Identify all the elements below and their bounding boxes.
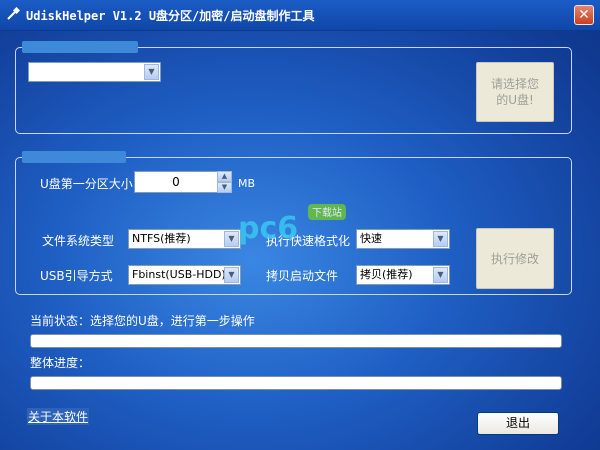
disk-group-legend [22,41,138,53]
usb-boot-select[interactable]: Fbinst(USB-HDD) ▼ [128,265,241,285]
pc6-watermark-logo: pc6 下载站 [238,204,346,246]
usb-boot-label: USB引导方式 [40,269,113,283]
chevron-down-icon: ▼ [433,231,448,247]
spin-up-icon[interactable]: ▲ [217,171,232,182]
filesystem-select[interactable]: NTFS(推荐) ▼ [128,229,241,249]
current-progress-bar [30,334,562,348]
about-link[interactable]: 关于本软件 [27,408,90,425]
partition-size-input[interactable]: 0 [134,171,218,193]
partition-size-label: U盘第一分区大小 [40,177,133,191]
chevron-down-icon: ▼ [144,64,159,80]
svg-text:下载站: 下载站 [312,206,342,219]
exit-button[interactable]: 退出 [477,412,559,435]
app-window: UdiskHelper V1.2 U盘分区/加密/启动盘制作工具 ✕ ▼ 请选择… [0,0,600,450]
usb-icon [7,7,20,20]
current-status-label: 当前状态：选择您的U盘，进行第一步操作 [30,314,255,328]
chevron-down-icon: ▼ [433,267,448,283]
select-disk-button[interactable]: 请选择您的U盘! [476,62,554,122]
spin-down-icon[interactable]: ▼ [217,182,232,193]
settings-group-legend [22,151,126,163]
overall-progress-label: 整体进度： [30,356,91,370]
execute-button[interactable]: 执行修改 [476,228,554,289]
quick-format-select[interactable]: 快速 ▼ [356,229,450,249]
copy-boot-label: 拷贝启动文件 [266,269,339,283]
title-bar[interactable]: UdiskHelper V1.2 U盘分区/加密/启动盘制作工具 ✕ [0,0,600,31]
disk-select[interactable]: ▼ [28,62,161,82]
partition-size-stepper[interactable]: ▲ ▼ [217,171,232,193]
overall-progress-bar [30,376,562,390]
partition-size-unit: MB [238,177,256,190]
chevron-down-icon: ▼ [224,267,239,283]
svg-text:pc6: pc6 [238,211,298,246]
close-button[interactable]: ✕ [574,5,594,25]
copy-boot-select[interactable]: 拷贝(推荐) ▼ [356,265,450,285]
filesystem-label: 文件系统类型 [42,234,115,248]
window-title: UdiskHelper V1.2 U盘分区/加密/启动盘制作工具 [26,9,315,23]
